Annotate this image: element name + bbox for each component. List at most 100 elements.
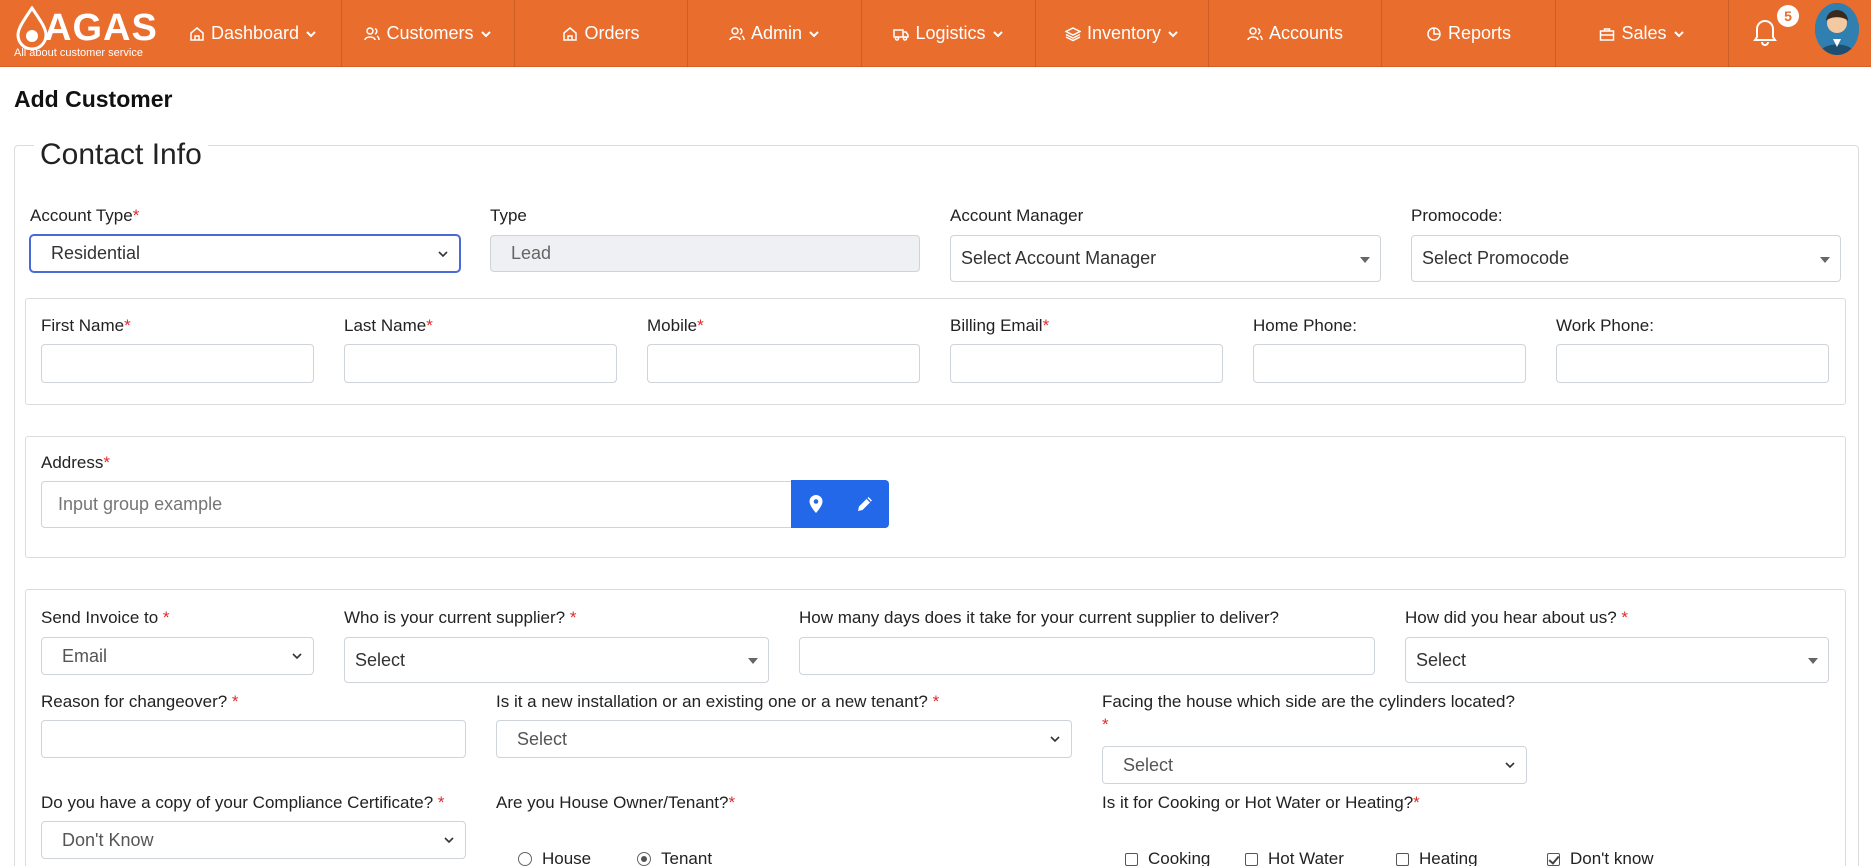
mobile-label: Mobile* (647, 316, 704, 335)
radio-circle[interactable] (518, 852, 532, 866)
cylinder-side-select[interactable]: Select (1102, 746, 1527, 784)
installation-select[interactable]: Select (496, 720, 1072, 758)
usage-check-cooking[interactable]: Cooking (1125, 849, 1210, 866)
account-manager-label: Account Manager (950, 206, 1084, 225)
caret-down-icon (1820, 256, 1830, 263)
work-phone-input[interactable] (1556, 344, 1829, 383)
caret-down-icon (748, 658, 758, 664)
installation-value: Select (517, 728, 568, 749)
checkbox-checked[interactable] (1547, 852, 1560, 866)
usage-label: Is it for Cooking or Hot Water or Heatin… (1102, 793, 1420, 812)
compliance-label: Do you have a copy of your Compliance Ce… (41, 793, 445, 812)
nav-reports[interactable]: Reports (1382, 0, 1556, 67)
edit-address-button[interactable] (840, 480, 889, 528)
owner-radio-house[interactable]: House (518, 849, 591, 866)
nav-dashboard-label: Dashboard (210, 23, 300, 43)
send-invoice-select[interactable]: Email (41, 637, 314, 675)
account-manager-select[interactable]: Select Account Manager (950, 235, 1381, 282)
usage-check-hot-water-label: Hot Water (1268, 849, 1344, 866)
home-phone-input[interactable] (1253, 344, 1526, 383)
promocode-select[interactable]: Select Promocode (1411, 235, 1841, 282)
hear-about-select[interactable]: Select (1405, 637, 1829, 683)
usage-check-hot-water[interactable]: Hot Water (1245, 849, 1344, 866)
mobile-input[interactable] (647, 344, 920, 383)
work-phone-label: Work Phone: (1556, 316, 1654, 335)
owner-radio-tenant-label: Tenant (661, 849, 713, 866)
pie-chart-icon (1427, 26, 1441, 41)
nav-sales[interactable]: Sales (1556, 0, 1729, 67)
user-avatar[interactable] (1815, 3, 1859, 55)
nav-orders[interactable]: Orders (515, 0, 688, 67)
owner-radio-house-label: House (542, 849, 592, 866)
home-icon (190, 26, 204, 41)
nav-orders-label: Orders (584, 23, 640, 43)
nav-accounts-label: Accounts (1268, 23, 1344, 43)
nav-admin[interactable]: Admin (688, 0, 862, 67)
promocode-label: Promocode: (1411, 206, 1503, 225)
nav-sales-label: Sales (1621, 23, 1667, 43)
chevron-down-icon (1505, 762, 1515, 769)
type-label: Type (490, 206, 527, 225)
layers-icon (1064, 26, 1081, 41)
radio-circle-selected[interactable] (637, 852, 651, 866)
last-name-input[interactable] (344, 344, 617, 383)
first-name-input[interactable] (41, 344, 314, 383)
first-name-label: First Name* (41, 316, 131, 335)
current-supplier-label: Who is your current supplier? * (344, 608, 577, 627)
checkbox[interactable] (1245, 852, 1258, 866)
nav-customers[interactable]: Customers (342, 0, 515, 67)
nav-inventory-label: Inventory (1086, 23, 1162, 43)
usage-check-dont-know[interactable]: Don't know (1547, 849, 1654, 866)
checkbox[interactable] (1125, 852, 1138, 866)
type-value: Lead (511, 243, 552, 263)
top-navbar: AGAS All about customer service Dashboar… (0, 0, 1871, 67)
pencil-icon (857, 497, 872, 511)
changeover-reason-label: Reason for changeover? * (41, 692, 239, 711)
nav-logistics[interactable]: Logistics (862, 0, 1036, 67)
owner-tenant-label: Are you House Owner/Tenant?* (496, 793, 736, 812)
users-icon (729, 26, 745, 40)
bell-icon[interactable] (1752, 16, 1778, 46)
promocode-value: Select Promocode (1422, 248, 1570, 268)
chevron-down-icon (1168, 30, 1178, 37)
account-type-select[interactable]: Residential (30, 235, 460, 272)
section-title: Contact Info (34, 138, 208, 172)
usage-check-heating-label: Heating (1419, 849, 1478, 866)
compliance-select[interactable]: Don't Know (41, 821, 466, 859)
users-icon (364, 26, 381, 40)
chevron-down-icon (1673, 30, 1684, 37)
chevron-down-icon (438, 250, 448, 257)
current-supplier-select[interactable]: Select (344, 637, 769, 683)
chevron-down-icon (444, 837, 454, 844)
caret-down-icon (1808, 658, 1818, 664)
address-button-group (791, 480, 889, 528)
hear-about-value: Select (1416, 649, 1467, 670)
delivery-days-input[interactable] (799, 637, 1375, 675)
checkbox[interactable] (1396, 852, 1409, 866)
nav-dashboard[interactable]: Dashboard (165, 0, 342, 67)
billing-email-input[interactable] (950, 344, 1223, 383)
cylinder-side-value: Select (1123, 754, 1174, 775)
nav-reports-label: Reports (1447, 23, 1512, 43)
current-supplier-value: Select (355, 649, 406, 670)
address-input[interactable] (41, 481, 792, 528)
nav-inventory[interactable]: Inventory (1036, 0, 1209, 67)
owner-radio-tenant[interactable]: Tenant (637, 849, 712, 866)
last-name-label: Last Name* (344, 316, 433, 335)
usage-check-dont-know-label: Don't know (1570, 849, 1654, 866)
chevron-down-icon (809, 30, 819, 37)
brand-logo[interactable]: AGAS All about customer service (10, 2, 160, 64)
changeover-reason-input[interactable] (41, 720, 466, 758)
map-pin-button[interactable] (791, 480, 840, 528)
usage-check-heating[interactable]: Heating (1396, 849, 1478, 866)
chevron-down-icon (480, 30, 491, 37)
account-type-label: Account Type* (30, 206, 140, 225)
page-title: Add Customer (14, 86, 173, 112)
nav-accounts[interactable]: Accounts (1209, 0, 1382, 67)
caret-down-icon (1360, 256, 1370, 263)
home-phone-label: Home Phone: (1253, 316, 1357, 335)
chevron-down-icon (992, 30, 1003, 37)
installation-label: Is it a new installation or an existing … (496, 692, 940, 711)
chevron-down-icon (292, 653, 302, 660)
hear-about-label: How did you hear about us? * (1405, 608, 1629, 627)
